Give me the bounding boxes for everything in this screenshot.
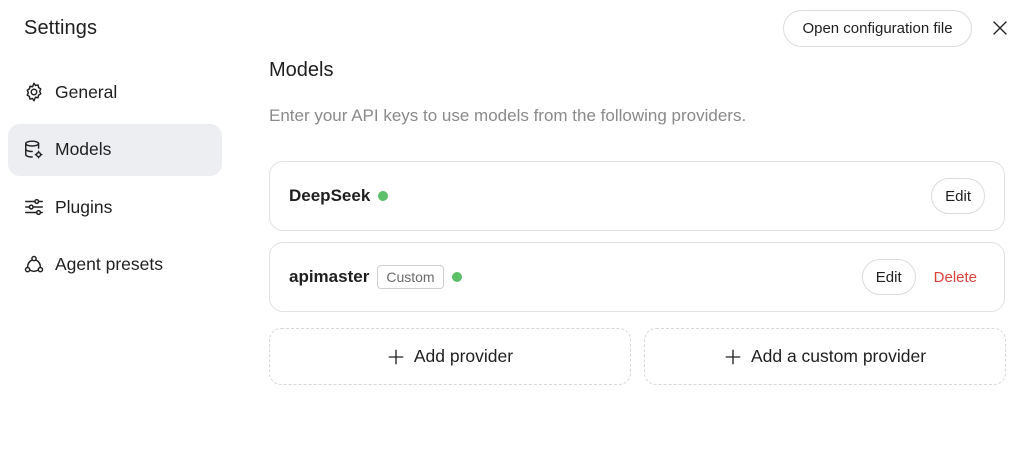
provider-name: apimaster xyxy=(289,267,370,286)
provider-name: DeepSeek xyxy=(289,186,371,205)
agent-presets-icon xyxy=(23,254,45,276)
database-icon xyxy=(23,139,45,161)
sidebar-item-label: General xyxy=(55,81,118,102)
provider-card-deepseek: DeepSeek Edit xyxy=(269,161,1005,231)
page-title: Models xyxy=(269,59,334,81)
sidebar-item-label: Plugins xyxy=(55,196,113,217)
plus-icon xyxy=(724,348,742,366)
edit-button[interactable]: Edit xyxy=(931,178,985,214)
sidebar-item-plugins[interactable]: Plugins xyxy=(8,181,222,233)
gear-icon xyxy=(23,81,45,103)
sidebar-item-label: Agent presets xyxy=(55,254,163,274)
add-custom-provider-button[interactable]: Add a custom provider xyxy=(644,328,1006,385)
close-button[interactable] xyxy=(988,16,1012,40)
sidebar-nav: General Models Plugins Agent presets xyxy=(8,66,222,296)
status-indicator xyxy=(378,191,389,201)
add-provider-button[interactable]: Add provider xyxy=(269,328,631,385)
provider-card-apimaster: apimaster Custom Edit Delete xyxy=(269,242,1005,312)
custom-badge: Custom xyxy=(377,265,444,289)
add-custom-provider-label: Add a custom provider xyxy=(750,346,927,366)
add-provider-label: Add provider xyxy=(413,346,514,366)
sidebar-item-models[interactable]: Models xyxy=(8,123,222,176)
plus-icon xyxy=(387,348,405,366)
open-configuration-file-button[interactable]: Open configuration file xyxy=(783,10,972,47)
close-icon xyxy=(993,21,1007,35)
delete-button[interactable]: Delete xyxy=(934,269,985,286)
sidebar-title: Settings xyxy=(24,17,98,39)
sidebar-item-general[interactable]: General xyxy=(8,66,222,118)
sliders-icon xyxy=(23,196,45,218)
sidebar: Settings General Models Plugins Agent pr… xyxy=(0,0,232,449)
edit-button[interactable]: Edit xyxy=(861,259,916,295)
sidebar-item-agent-presets[interactable]: Agent presets xyxy=(8,239,222,291)
card-actions: Edit Delete xyxy=(861,243,985,311)
sidebar-item-label: Models xyxy=(55,139,112,159)
status-indicator xyxy=(451,272,462,282)
settings-window: Settings General Models Plugins Agent pr… xyxy=(0,0,1024,449)
card-actions: Edit xyxy=(931,162,985,230)
page-description: Enter your API keys to use models from t… xyxy=(269,106,747,125)
